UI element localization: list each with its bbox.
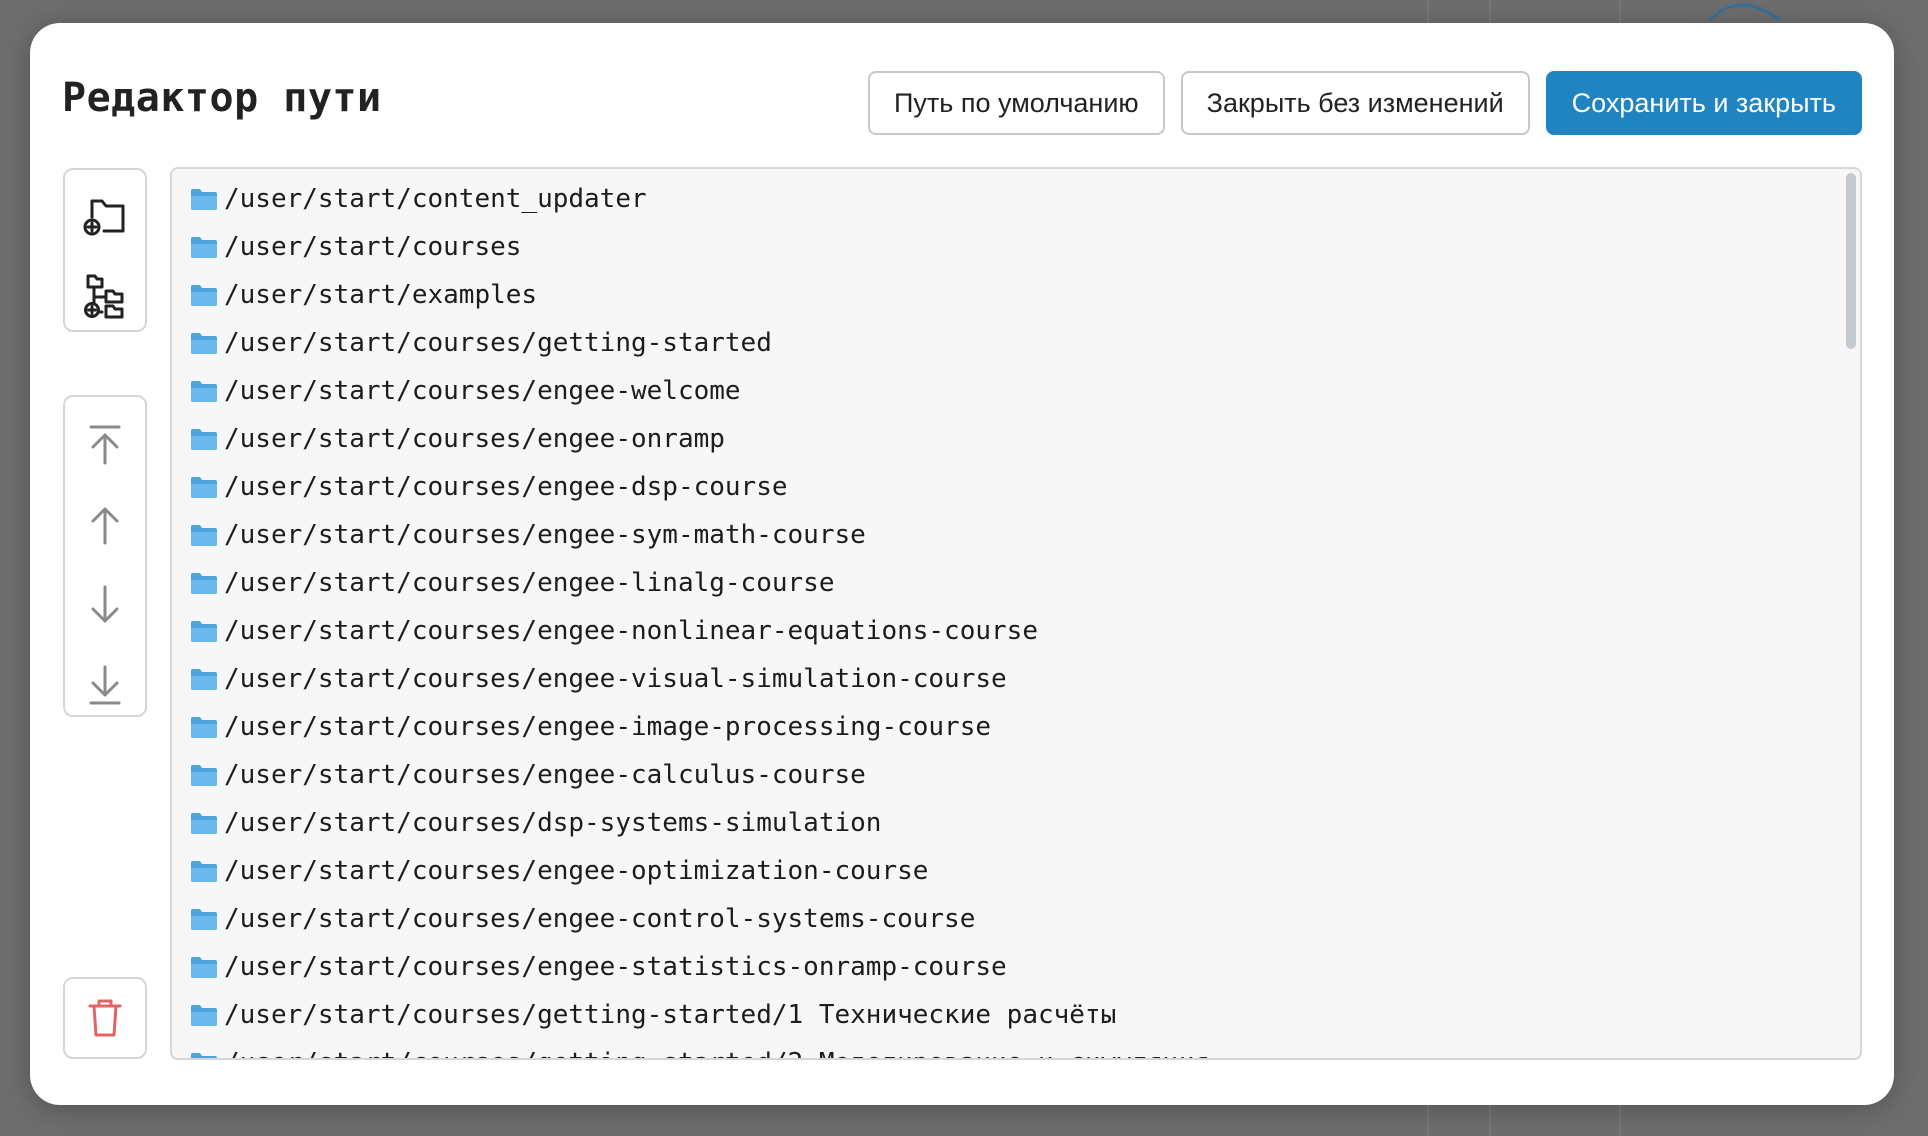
path-text: /user/start/courses/engee-calculus-cours…: [224, 760, 866, 790]
save-and-close-button[interactable]: Сохранить и закрыть: [1545, 71, 1862, 135]
folder-icon: [191, 381, 217, 402]
path-editor-dialog: Редактор пути Путь по умолчанию Закрыть …: [30, 23, 1894, 1105]
path-list-item[interactable]: /user/start/courses/engee-optimization-c…: [172, 847, 1860, 895]
folder-icon: [191, 237, 217, 258]
close-without-changes-button[interactable]: Закрыть без изменений: [1180, 71, 1530, 135]
path-list-item[interactable]: /user/start/courses/engee-image-processi…: [172, 703, 1860, 751]
path-text: /user/start/courses/engee-sym-math-cours…: [224, 520, 866, 550]
path-text: /user/start/courses/engee-image-processi…: [224, 712, 992, 742]
path-list-item[interactable]: /user/start/courses: [172, 223, 1860, 271]
folder-icon: [191, 717, 217, 738]
path-text: /user/start/courses/getting-started/2 Мо…: [224, 1048, 1210, 1058]
path-list-item[interactable]: /user/start/courses/engee-nonlinear-equa…: [172, 607, 1860, 655]
move-to-bottom-icon: [89, 665, 121, 705]
folder-icon: [191, 669, 217, 690]
path-text: /user/start/courses/engee-welcome: [224, 376, 741, 406]
path-list-item[interactable]: /user/start/courses/engee-control-system…: [172, 895, 1860, 943]
path-text: /user/start/courses/engee-linalg-course: [224, 568, 835, 598]
folder-icon: [191, 573, 217, 594]
folder-icon: [191, 813, 217, 834]
path-list-item[interactable]: /user/start/courses/engee-linalg-course: [172, 559, 1860, 607]
folder-icon: [191, 333, 217, 354]
folder-icon: [191, 477, 217, 498]
path-text: /user/start/courses/engee-statistics-onr…: [224, 952, 1007, 982]
scrollbar-thumb[interactable]: [1846, 173, 1856, 349]
move-up-button[interactable]: [75, 495, 135, 555]
folder-icon: [191, 909, 217, 930]
default-path-button[interactable]: Путь по умолчанию: [868, 71, 1165, 135]
folder-icon: [191, 1053, 217, 1058]
path-list-item[interactable]: /user/start/examples: [172, 271, 1860, 319]
path-list-item[interactable]: /user/start/content_updater: [172, 175, 1860, 223]
path-text: /user/start/courses/engee-dsp-course: [224, 472, 788, 502]
path-list-item[interactable]: /user/start/courses/engee-calculus-cours…: [172, 751, 1860, 799]
folder-icon: [191, 189, 217, 210]
move-to-top-button[interactable]: [75, 415, 135, 475]
move-down-icon: [91, 585, 119, 623]
path-list-item[interactable]: /user/start/courses/engee-statistics-onr…: [172, 943, 1860, 991]
path-text: /user/start/courses/engee-onramp: [224, 424, 725, 454]
trash-icon: [88, 999, 122, 1037]
path-text: /user/start/courses/engee-optimization-c…: [224, 856, 929, 886]
move-to-top-icon: [89, 425, 121, 465]
path-text: /user/start/courses/engee-nonlinear-equa…: [224, 616, 1038, 646]
move-to-bottom-button[interactable]: [75, 655, 135, 715]
folder-plus-icon: [83, 199, 125, 236]
add-path-toolbar: [63, 168, 147, 332]
path-list-item[interactable]: /user/start/courses/getting-started: [172, 319, 1860, 367]
path-text: /user/start/courses: [224, 232, 522, 262]
add-folder-with-subfolders-button[interactable]: [75, 266, 135, 326]
delete-path-button[interactable]: [75, 988, 135, 1048]
path-list-item[interactable]: /user/start/courses/engee-dsp-course: [172, 463, 1860, 511]
folder-icon: [191, 285, 217, 306]
path-text: /user/start/courses/dsp-systems-simulati…: [224, 808, 882, 838]
folder-icon: [191, 861, 217, 882]
path-list-item[interactable]: /user/start/courses/engee-visual-simulat…: [172, 655, 1860, 703]
path-list-item[interactable]: /user/start/courses/getting-started/1 Те…: [172, 991, 1860, 1039]
folder-tree-plus-icon: [84, 274, 124, 319]
dialog-actions: Путь по умолчанию Закрыть без изменений …: [868, 71, 1862, 135]
move-up-icon: [91, 507, 119, 545]
path-text: /user/start/courses/engee-control-system…: [224, 904, 976, 934]
path-list-panel: /user/start/content_updater/user/start/c…: [170, 167, 1862, 1060]
folder-icon: [191, 1005, 217, 1026]
folder-icon: [191, 621, 217, 642]
reorder-toolbar: [63, 395, 147, 717]
add-folder-button[interactable]: [75, 186, 135, 246]
path-list: /user/start/content_updater/user/start/c…: [172, 169, 1860, 1058]
path-text: /user/start/content_updater: [224, 184, 647, 214]
path-list-item[interactable]: /user/start/courses/engee-sym-math-cours…: [172, 511, 1860, 559]
path-list-item[interactable]: /user/start/courses/getting-started/2 Мо…: [172, 1039, 1860, 1058]
scrollbar[interactable]: [1846, 173, 1856, 1054]
path-list-item[interactable]: /user/start/courses/engee-onramp: [172, 415, 1860, 463]
path-text: /user/start/courses/getting-started: [224, 328, 772, 358]
path-text: /user/start/courses/getting-started/1 Те…: [224, 1000, 1117, 1030]
dialog-title: Редактор пути: [62, 75, 382, 121]
move-down-button[interactable]: [75, 575, 135, 635]
delete-toolbar: [63, 977, 147, 1059]
path-text: /user/start/examples: [224, 280, 538, 310]
path-list-item[interactable]: /user/start/courses/dsp-systems-simulati…: [172, 799, 1860, 847]
folder-icon: [191, 765, 217, 786]
folder-icon: [191, 525, 217, 546]
path-list-item[interactable]: /user/start/courses/engee-welcome: [172, 367, 1860, 415]
folder-icon: [191, 429, 217, 450]
path-text: /user/start/courses/engee-visual-simulat…: [224, 664, 1007, 694]
folder-icon: [191, 957, 217, 978]
